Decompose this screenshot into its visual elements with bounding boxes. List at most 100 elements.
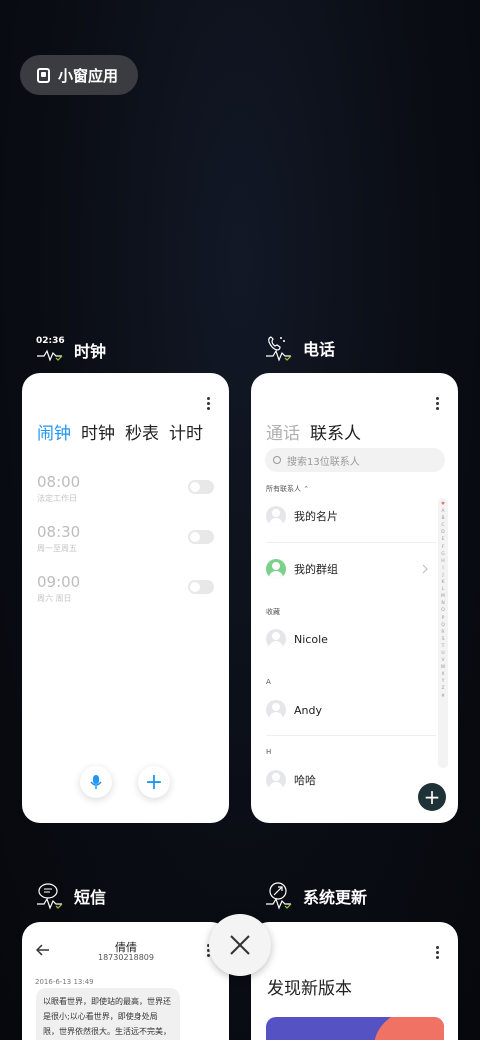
contact-name: Andy [294,703,322,717]
alphabet-index-letter[interactable]: S [442,636,445,643]
alphabet-index-letter[interactable]: O [441,607,445,614]
alphabet-index-letter[interactable]: U [441,650,444,657]
phone-app-name: 电话 [303,340,336,359]
divider [266,542,436,543]
search-placeholder: 搜索13位联系人 [287,456,360,468]
sms-app-name: 短信 [74,888,107,907]
alphabet-index-letter[interactable]: N [441,600,444,607]
clock-app-card[interactable]: 闹钟 时钟 秒表 计时 08:00 法定工作日 08:30 周一至周五 09:0… [22,373,229,823]
voice-alarm-button[interactable] [80,766,112,798]
alphabet-index-letter[interactable]: D [441,529,444,536]
alphabet-index-letter[interactable]: Z [441,685,444,692]
message-bubble: 以眼看世界，即使站的最高，世界还是很小;以心看世界，即使身处局限，世界依然很大。… [36,988,180,1040]
phone-app-card[interactable]: 通话 联系人 搜索13位联系人 所有联系人 ⌃ 我的名片 我的群组 收藏 Nic… [251,373,458,823]
alarm-toggle[interactable] [188,480,214,494]
alphabet-index-letter[interactable]: F [442,544,445,551]
alphabet-index-letter[interactable]: T [442,643,445,650]
alphabet-index-letter[interactable]: A [441,508,444,515]
alphabet-index-letter[interactable]: Y [442,678,445,685]
sms-app-card[interactable]: 倩倩 18730218809 2016-6-13 13:49 以眼看世界，即使站… [22,922,229,1040]
my-card-row[interactable]: 我的名片 [266,506,338,526]
phone-app-icon [265,334,293,362]
alarm-repeat: 周一至周五 [37,544,77,553]
section-letter: A [266,678,271,686]
add-alarm-button[interactable]: + [138,766,170,798]
my-groups-row[interactable]: 我的群组 [266,559,338,579]
chevron-right-icon [422,564,428,574]
alphabet-index-letter[interactable]: X [441,671,444,678]
plus-icon: + [423,785,441,809]
alphabet-index-letter[interactable]: W [441,664,445,671]
phone-app-label: 电话 [265,334,335,362]
sms-app-label: 短信 [36,882,106,910]
add-contact-button[interactable]: + [418,783,446,811]
close-icon [230,935,250,955]
alphabet-index-letter[interactable]: K [442,579,445,586]
update-banner-image [266,1017,444,1040]
more-options-icon[interactable] [207,397,211,411]
alphabet-index-letter[interactable]: J [442,572,443,579]
new-version-title: 发现新版本 [267,979,352,999]
message-timestamp: 2016-6-13 13:49 [35,978,94,986]
alarm-toggle[interactable] [188,530,214,544]
tab-calls[interactable]: 通话 [266,419,300,444]
alphabet-index-letter[interactable]: H [441,558,444,565]
close-all-button[interactable] [209,914,271,976]
alarm-toggle[interactable] [188,580,214,594]
favorites-header: 收藏 [266,608,280,616]
sms-app-icon [36,882,64,910]
phone-tabs: 通话 联系人 [266,419,361,444]
alphabet-index-bar[interactable]: ♥ A B C D E F G H I J K L M N O P Q R S T U V W X Y Z # [438,498,448,768]
tab-clock[interactable]: 时钟 [81,419,115,444]
alphabet-index-letter[interactable]: P [442,615,445,622]
floating-window-apps-button[interactable]: 小窗应用 [20,55,138,95]
update-app-card[interactable]: 发现新版本 [251,922,458,1040]
avatar [266,770,286,790]
update-app-icon [265,882,293,910]
alphabet-index-letter[interactable]: R [441,629,444,636]
more-options-icon[interactable] [436,397,440,411]
avatar [266,506,286,526]
tab-timer[interactable]: 计时 [169,419,203,444]
group-icon [266,559,286,579]
microphone-icon [90,775,102,789]
conversation-contact-number: 18730218809 [98,953,154,962]
contact-name: 我的群组 [294,563,338,576]
contact-row[interactable]: Nicole [266,629,328,649]
more-options-icon[interactable] [436,946,440,960]
avatar [266,700,286,720]
alarm-repeat: 周六 周日 [37,594,72,603]
alphabet-index-letter[interactable]: E [442,536,445,543]
alphabet-index-letter[interactable]: C [441,522,444,529]
update-app-name: 系统更新 [303,888,368,907]
alphabet-index-letter[interactable]: Q [441,622,445,629]
search-icon [273,456,281,464]
section-letter: H [266,748,272,756]
contact-name: 我的名片 [294,510,338,523]
all-contacts-filter[interactable]: 所有联系人 ⌃ [266,484,309,494]
tab-contacts[interactable]: 联系人 [310,419,361,444]
avatar [266,629,286,649]
alphabet-index-letter[interactable]: ♥ [441,501,445,508]
alphabet-index-letter[interactable]: B [441,515,444,522]
floating-window-icon [37,67,50,83]
tab-alarm[interactable]: 闹钟 [37,419,71,444]
clock-app-label: 02:36 时钟 [36,336,106,364]
floating-window-apps-label: 小窗应用 [58,66,119,85]
alphabet-index-letter[interactable]: V [441,657,444,664]
clock-app-icon: 02:36 [36,336,65,364]
contact-name: 哈哈 [294,774,316,787]
alphabet-index-letter[interactable]: # [441,693,445,700]
update-app-label: 系统更新 [265,882,367,910]
contact-row[interactable]: 哈哈 [266,770,316,790]
alarm-repeat: 法定工作日 [37,494,77,503]
contact-row[interactable]: Andy [266,700,322,720]
tab-stopwatch[interactable]: 秒表 [125,419,159,444]
clock-tabs: 闹钟 时钟 秒表 计时 [37,419,203,444]
divider [266,735,436,736]
contact-search-input[interactable]: 搜索13位联系人 [265,448,445,472]
alphabet-index-letter[interactable]: L [442,586,445,593]
alphabet-index-letter[interactable]: I [442,565,443,572]
alphabet-index-letter[interactable]: G [441,551,445,558]
alphabet-index-letter[interactable]: M [441,593,445,600]
